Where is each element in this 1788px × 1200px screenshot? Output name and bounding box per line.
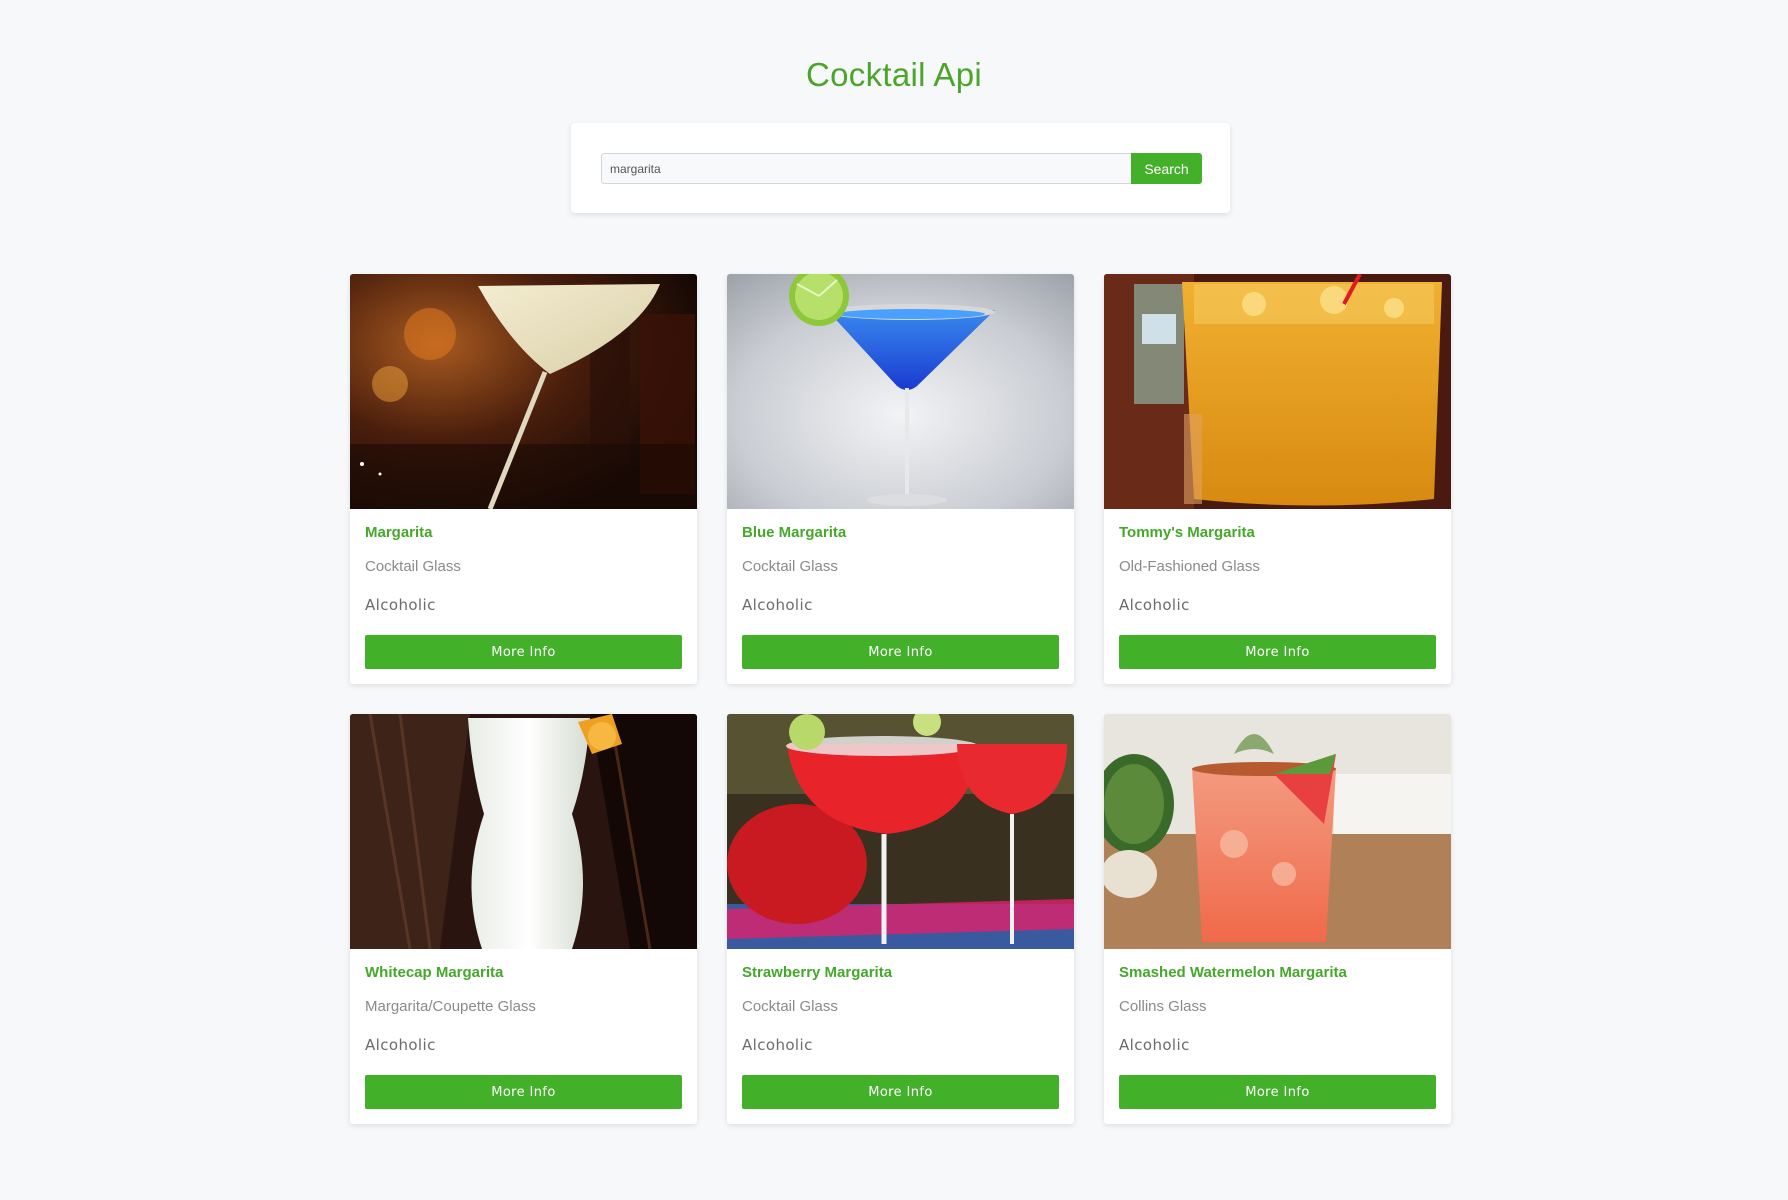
cocktail-card: Strawberry Margarita Cocktail Glass Alco… (727, 714, 1074, 1124)
more-info-button[interactable]: More Info (365, 635, 682, 669)
more-info-button[interactable]: More Info (1119, 635, 1436, 669)
cocktail-card: Whitecap Margarita Margarita/Coupette Gl… (350, 714, 697, 1124)
cocktail-glass: Cocktail Glass (742, 998, 838, 1015)
cocktail-card: Smashed Watermelon Margarita Collins Gla… (1104, 714, 1451, 1124)
page: Cocktail Api Search (0, 0, 1788, 1200)
cocktail-name: Strawberry Margarita (742, 964, 893, 981)
cocktail-image (1104, 274, 1451, 509)
cocktail-type: Alcoholic (365, 596, 436, 614)
cocktail-type: Alcoholic (742, 596, 813, 614)
search-button[interactable]: Search (1131, 153, 1202, 184)
page-title: Cocktail Api (805, 56, 982, 93)
cocktail-glass: Old-Fashioned Glass (1119, 558, 1260, 575)
search-input[interactable] (601, 153, 1131, 184)
cocktail-glass: Cocktail Glass (365, 558, 461, 575)
more-info-button[interactable]: More Info (742, 635, 1059, 669)
cocktail-glass: Margarita/Coupette Glass (365, 998, 536, 1015)
cocktail-glass: Cocktail Glass (742, 558, 838, 575)
cocktail-type: Alcoholic (365, 1036, 436, 1054)
cocktail-name: Blue Margarita (742, 524, 847, 541)
cocktail-image (727, 274, 1074, 509)
cocktail-card: Margarita Cocktail Glass Alcoholic More … (350, 274, 697, 684)
cocktail-type: Alcoholic (1119, 1036, 1190, 1054)
cocktail-image (1104, 714, 1451, 949)
more-info-button[interactable]: More Info (365, 1075, 682, 1109)
cocktail-card: Blue Margarita Cocktail Glass Alcoholic … (727, 274, 1074, 684)
cocktail-name: Smashed Watermelon Margarita (1119, 964, 1347, 981)
more-info-button[interactable]: More Info (742, 1075, 1059, 1109)
cocktail-glass: Collins Glass (1119, 998, 1207, 1015)
cocktail-name: Whitecap Margarita (365, 964, 504, 981)
search-panel: Search (571, 123, 1230, 213)
cocktail-name: Tommy's Margarita (1119, 524, 1255, 541)
cocktail-grid: Margarita Cocktail Glass Alcoholic More … (350, 274, 1452, 1124)
cocktail-image (350, 274, 697, 509)
cocktail-image (727, 714, 1074, 949)
cocktail-card: Tommy's Margarita Old-Fashioned Glass Al… (1104, 274, 1451, 684)
cocktail-name: Margarita (365, 524, 433, 541)
cocktail-type: Alcoholic (742, 1036, 813, 1054)
cocktail-image (350, 714, 697, 949)
cocktail-type: Alcoholic (1119, 596, 1190, 614)
more-info-button[interactable]: More Info (1119, 1075, 1436, 1109)
